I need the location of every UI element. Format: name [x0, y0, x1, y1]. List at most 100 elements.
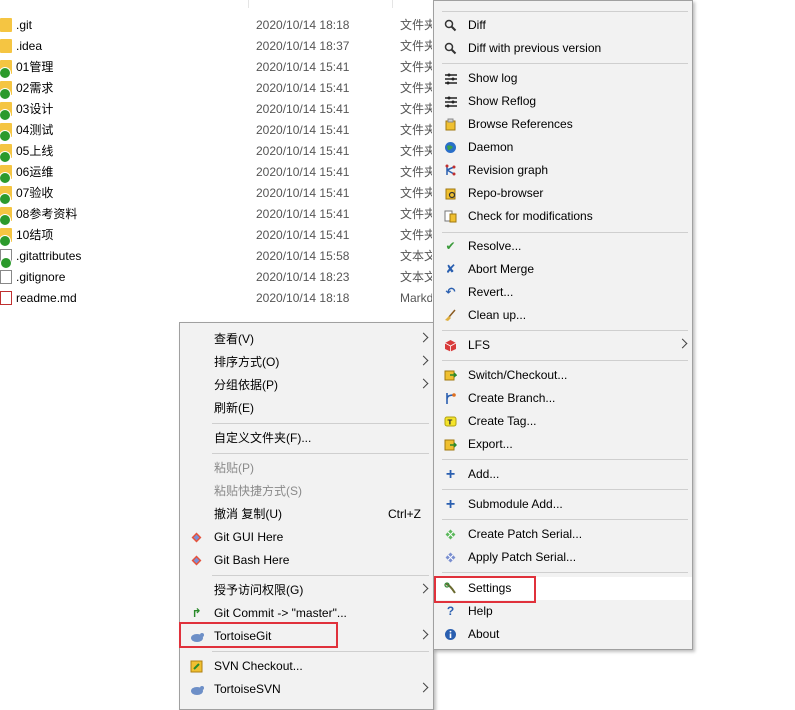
menu-item-group-by[interactable]: 分组依据(P): [180, 374, 433, 397]
menu-item-lfs[interactable]: LFS: [434, 334, 692, 357]
menu-item-label: 查看(V): [214, 332, 254, 346]
menu-item-submodule-add[interactable]: + Submodule Add...: [434, 493, 692, 516]
file-row[interactable]: .idea 2020/10/14 18:37 文件夹: [0, 36, 440, 57]
repo-browser-icon: [443, 186, 458, 201]
menu-item-revert[interactable]: ↶ Revert...: [434, 281, 692, 304]
highlight-box-tortoisegit: [179, 622, 338, 648]
file-date: 2020/10/14 15:41: [256, 228, 350, 242]
menu-item-create-patch-serial[interactable]: Create Patch Serial...: [434, 523, 692, 546]
file-name: 07验收: [16, 186, 54, 200]
export-icon: [443, 437, 458, 452]
menu-item-clean-up[interactable]: Clean up...: [434, 304, 692, 327]
column-divider[interactable]: [392, 0, 393, 8]
menu-item-create-branch[interactable]: Create Branch...: [434, 387, 692, 410]
reflog-icon: [443, 94, 458, 109]
file-row[interactable]: 10结项 2020/10/14 15:41 文件夹: [0, 225, 440, 247]
menu-item-label: Git GUI Here: [214, 530, 284, 544]
menu-item-resolve[interactable]: ✔ Resolve...: [434, 235, 692, 258]
menu-item-svn-checkout[interactable]: SVN Checkout...: [180, 655, 433, 678]
broom-icon: [443, 308, 458, 323]
folder-icon: [0, 123, 12, 142]
menu-item-show-reflog[interactable]: Show Reflog: [434, 90, 692, 113]
menu-item-revision-graph[interactable]: Revision graph: [434, 159, 692, 182]
file-name: 04测试: [16, 123, 54, 137]
chevron-right-icon: [418, 682, 429, 693]
menu-item-daemon[interactable]: Daemon: [434, 136, 692, 159]
menu-item-about[interactable]: About: [434, 623, 692, 646]
file-name: .git: [16, 18, 33, 32]
menu-item-git-bash-here[interactable]: Git Bash Here: [180, 549, 433, 572]
file-row[interactable]: 08参考资料 2020/10/14 15:41 文件夹: [0, 204, 440, 226]
menu-item-view[interactable]: 查看(V): [180, 328, 433, 351]
menu-item-add[interactable]: + Add...: [434, 463, 692, 486]
column-divider[interactable]: [248, 0, 249, 8]
file-date: 2020/10/14 18:18: [256, 291, 350, 305]
menu-separator: [442, 489, 688, 490]
file-row[interactable]: 06运维 2020/10/14 15:41 文件夹: [0, 162, 440, 184]
menu-item-apply-patch-serial[interactable]: Apply Patch Serial...: [434, 546, 692, 569]
chevron-right-icon: [418, 355, 429, 366]
file-name: 02需求: [16, 81, 54, 95]
file-name: 05上线: [16, 144, 54, 158]
file-date: 2020/10/14 15:41: [256, 60, 350, 74]
menu-item-label: 自定义文件夹(F)...: [214, 431, 312, 445]
folder-icon: [0, 60, 12, 79]
svn-checkout-icon: [189, 659, 204, 674]
menu-item-label: Repo-browser: [468, 186, 544, 200]
plus-icon: +: [445, 496, 456, 513]
menu-item-abort-merge[interactable]: ✘ Abort Merge: [434, 258, 692, 281]
menu-item-label: Export...: [468, 437, 513, 451]
menu-item-diff-previous[interactable]: Diff with previous version: [434, 37, 692, 60]
menu-item-label: Clean up...: [468, 308, 527, 322]
file-type: 文件夹: [400, 39, 432, 53]
menu-item-give-access[interactable]: 授予访问权限(G): [180, 579, 433, 602]
folder-icon: [0, 165, 12, 184]
file-type: 文件夹: [400, 186, 432, 200]
menu-item-undo-copy[interactable]: 撤消 复制(U) Ctrl+Z: [180, 503, 433, 526]
menu-item-label: 粘贴快捷方式(S): [214, 484, 302, 498]
menu-item-label: Resolve...: [468, 239, 522, 253]
menu-item-label: Diff: [468, 18, 486, 32]
file-date: 2020/10/14 18:23: [256, 270, 350, 284]
menu-item-export[interactable]: Export...: [434, 433, 692, 456]
menu-item-refresh[interactable]: 刷新(E): [180, 397, 433, 420]
menu-item-switch-checkout[interactable]: Switch/Checkout...: [434, 364, 692, 387]
menu-item-customize-folder[interactable]: 自定义文件夹(F)...: [180, 427, 433, 450]
menu-item-label: Apply Patch Serial...: [468, 550, 577, 564]
file-name: 01管理: [16, 60, 54, 74]
file-row[interactable]: .gitignore 2020/10/14 18:23 文本文档: [0, 267, 440, 288]
menu-item-create-tag[interactable]: T Create Tag...: [434, 410, 692, 433]
menu-item-tortoisesvn[interactable]: TortoiseSVN: [180, 678, 433, 701]
revert-icon: ↶: [445, 285, 456, 299]
menu-item-help[interactable]: ? Help: [434, 600, 692, 623]
file-row[interactable]: 02需求 2020/10/14 15:41 文件夹: [0, 78, 440, 100]
file-row[interactable]: 03设计 2020/10/14 15:41 文件夹: [0, 99, 440, 121]
file-date: 2020/10/14 15:41: [256, 144, 350, 158]
file-row[interactable]: 05上线 2020/10/14 15:41 文件夹: [0, 141, 440, 163]
file-name: readme.md: [16, 291, 77, 305]
folder-icon: [0, 18, 12, 32]
abort-merge-icon: ✘: [445, 262, 456, 276]
file-row[interactable]: .git 2020/10/14 18:18 文件夹: [0, 15, 440, 36]
menu-item-show-log[interactable]: Show log: [434, 67, 692, 90]
file-name: .gitattributes: [16, 249, 82, 263]
menu-item-paste: 粘贴(P): [180, 457, 433, 480]
file-date: 2020/10/14 15:41: [256, 81, 350, 95]
menu-separator: [212, 575, 429, 576]
file-row[interactable]: 07验收 2020/10/14 15:41 文件夹: [0, 183, 440, 205]
chevron-right-icon: [418, 629, 429, 640]
file-row[interactable]: .gitattributes 2020/10/14 15:58 文本文档: [0, 246, 440, 269]
file-row[interactable]: 04测试 2020/10/14 15:41 文件夹: [0, 120, 440, 142]
menu-item-browse-references[interactable]: Browse References: [434, 113, 692, 136]
menu-item-check-modifications[interactable]: Check for modifications: [434, 205, 692, 228]
folder-icon: [0, 207, 12, 226]
menu-separator: [442, 360, 688, 361]
menu-item-diff[interactable]: Diff: [434, 14, 692, 37]
file-row[interactable]: readme.md 2020/10/14 18:18 Markdown: [0, 288, 440, 309]
menu-item-sort-by[interactable]: 排序方式(O): [180, 351, 433, 374]
menu-item-repo-browser[interactable]: Repo-browser: [434, 182, 692, 205]
menu-separator: [212, 651, 429, 652]
file-row[interactable]: 01管理 2020/10/14 15:41 文件夹: [0, 57, 440, 79]
menu-item-git-gui-here[interactable]: Git GUI Here: [180, 526, 433, 549]
file-date: 2020/10/14 15:41: [256, 102, 350, 116]
